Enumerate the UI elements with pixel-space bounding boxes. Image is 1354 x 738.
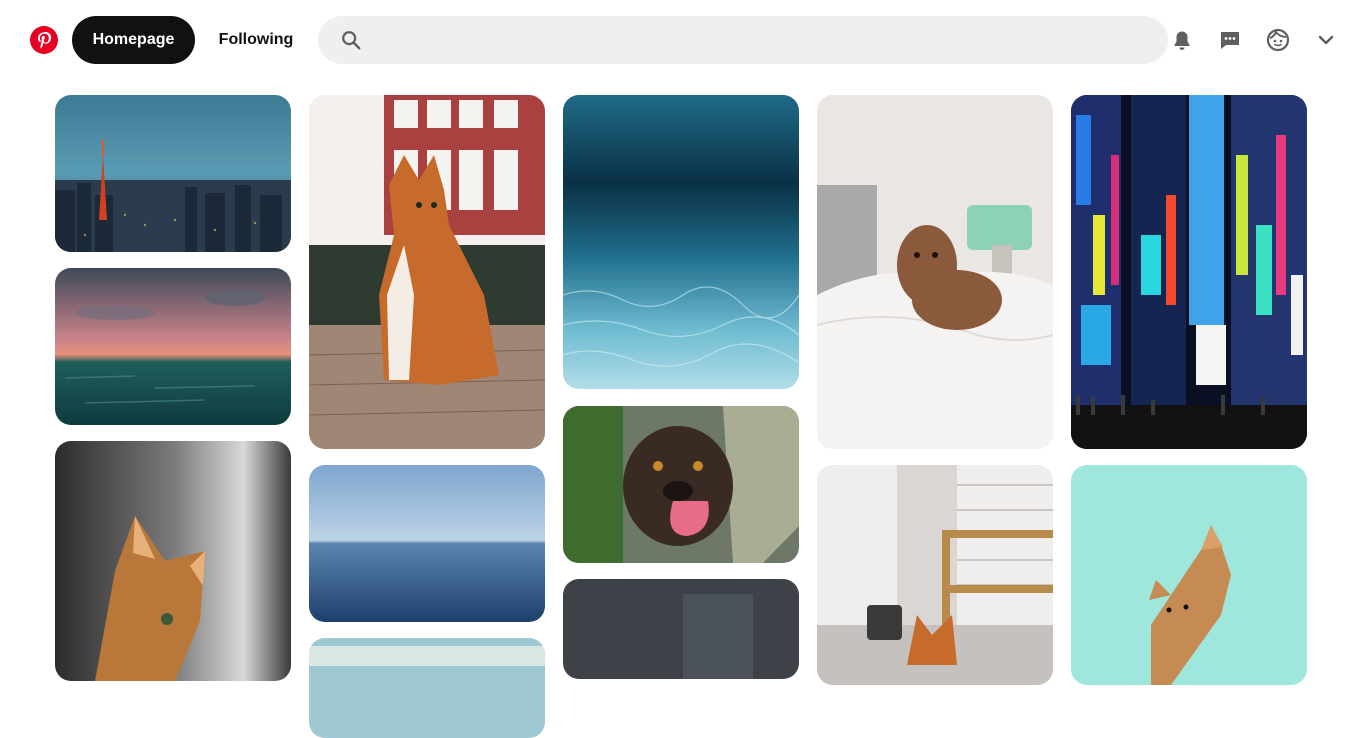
pin-sunset-ocean[interactable] bbox=[55, 268, 291, 425]
top-bar: Homepage Following bbox=[0, 0, 1354, 80]
chat-icon[interactable] bbox=[1218, 28, 1242, 52]
nav-following-button[interactable]: Following bbox=[204, 16, 308, 64]
pin-dog-licking[interactable] bbox=[563, 406, 799, 563]
avatar-icon[interactable] bbox=[1266, 28, 1290, 52]
pin-beach-shore[interactable] bbox=[309, 638, 545, 738]
nav-homepage-button[interactable]: Homepage bbox=[72, 16, 195, 64]
search-input[interactable] bbox=[376, 16, 1146, 64]
search-bar[interactable] bbox=[318, 16, 1168, 64]
pin-tokyo-tower-skyline[interactable] bbox=[55, 95, 291, 252]
chevron-down-icon[interactable] bbox=[1314, 28, 1338, 52]
bell-icon[interactable] bbox=[1170, 28, 1194, 52]
pin-orange-cat-portrait[interactable] bbox=[55, 441, 291, 681]
pinterest-logo-icon[interactable] bbox=[30, 26, 58, 54]
pin-orange-cat-sitting-street[interactable] bbox=[309, 95, 545, 449]
pin-calm-blue-sea[interactable] bbox=[309, 465, 545, 622]
pin-neon-city-street[interactable] bbox=[1071, 95, 1307, 449]
pin-cat-by-window[interactable] bbox=[817, 465, 1053, 685]
search-icon bbox=[340, 29, 362, 51]
pin-underwater-ocean[interactable] bbox=[563, 95, 799, 389]
pin-puppy-on-bed[interactable] bbox=[817, 95, 1053, 449]
pin-dark-photo[interactable] bbox=[563, 579, 799, 679]
pin-kitten-teal-background[interactable] bbox=[1071, 465, 1307, 685]
